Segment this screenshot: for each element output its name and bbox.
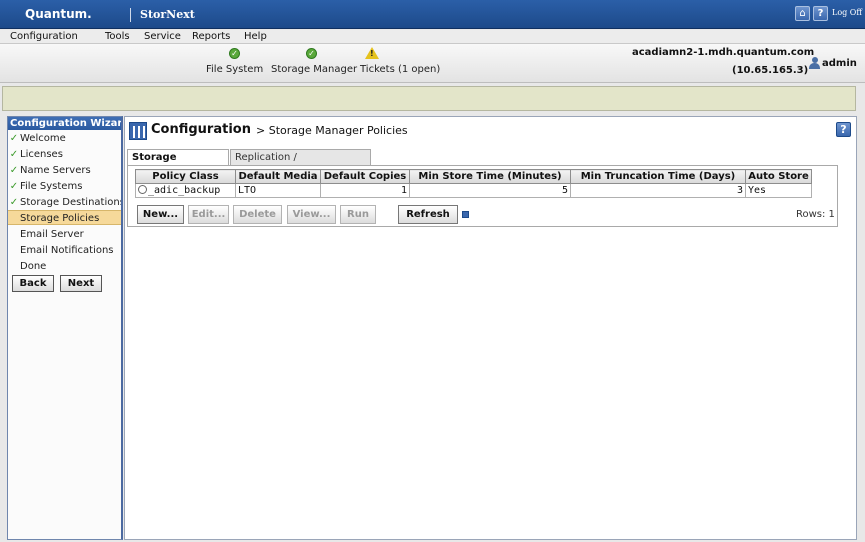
run-button[interactable]: Run — [340, 205, 376, 224]
wizard-item-label: Email Server — [20, 229, 84, 240]
menu-tools[interactable]: Tools — [105, 31, 130, 42]
policy-table: Policy Class Default Media Default Copie… — [135, 169, 812, 198]
slider-bar — [143, 126, 145, 138]
wizard-item-label: File Systems — [20, 181, 83, 192]
checkmark-icon: ✓ — [9, 165, 19, 176]
menu-bar: Configuration Tools Service Reports Help — [0, 30, 865, 44]
warning-mark: ! — [370, 49, 374, 58]
help-icon[interactable]: ? — [813, 6, 828, 21]
tab-replication-deduplication[interactable]: Replication / Deduplication — [230, 149, 371, 178]
status-tickets[interactable]: Tickets (1 open) — [360, 64, 440, 75]
next-button[interactable]: Next — [60, 275, 102, 292]
configuration-icon — [129, 122, 147, 140]
wizard-item-licenses[interactable]: ✓ Licenses — [8, 147, 121, 162]
wizard-item-file-systems[interactable]: ✓ File Systems — [8, 179, 121, 194]
help-icon[interactable] — [462, 211, 469, 218]
help-icon[interactable]: ? — [836, 122, 851, 137]
checkmark-icon: ✓ — [9, 149, 19, 160]
wizard-item-done[interactable]: Done — [8, 259, 121, 274]
table-row[interactable]: _adic_backup LTO 1 5 3 Yes — [135, 183, 812, 198]
wizard-item-label: Storage Policies — [20, 213, 100, 224]
user-icon — [809, 57, 820, 70]
column-header[interactable]: Default Media — [235, 169, 321, 184]
wizard-item-email-notifications[interactable]: Email Notifications — [8, 243, 121, 258]
refresh-button[interactable]: Refresh — [398, 205, 458, 224]
breadcrumb: > Storage Manager Policies — [256, 124, 408, 137]
view-button[interactable]: View... — [287, 205, 336, 224]
ip-address: (10.65.165.3) — [732, 65, 809, 76]
wizard-item-label: Name Servers — [20, 165, 91, 176]
checkmark-icon: ✓ — [9, 133, 19, 144]
row-select-radio[interactable] — [138, 185, 147, 194]
wizard-item-email-server[interactable]: Email Server — [8, 227, 121, 242]
brand-divider — [130, 8, 131, 22]
username[interactable]: admin — [822, 58, 857, 69]
checkmark-icon: ✓ — [9, 197, 19, 208]
delete-button[interactable]: Delete — [233, 205, 282, 224]
status-file-system[interactable]: File System — [206, 64, 263, 75]
logoff-link[interactable]: Log Off — [832, 8, 862, 17]
wizard-item-label: Storage Destinations — [20, 197, 121, 208]
min-truncation-time-cell: 3 — [570, 183, 746, 198]
slider-bar — [133, 126, 135, 138]
policy-class-cell[interactable]: _adic_backup — [135, 183, 236, 198]
auto-store-cell: Yes — [745, 183, 812, 198]
quantum-logo: Quantum. — [25, 7, 92, 21]
hostname: acadiamn2-1.mdh.quantum.com — [632, 47, 815, 58]
wizard-item-storage-policies[interactable]: Storage Policies — [8, 210, 121, 225]
wizard-item-welcome[interactable]: ✓ Welcome — [8, 131, 121, 146]
slider-bar — [138, 126, 140, 138]
menu-reports[interactable]: Reports — [192, 31, 230, 42]
main-panel: Configuration > Storage Manager Policies… — [124, 116, 857, 540]
wizard-item-label: Email Notifications — [20, 245, 114, 256]
wizard-item-label: Licenses — [20, 149, 63, 160]
back-button[interactable]: Back — [12, 275, 54, 292]
check-circle-icon[interactable]: ✓ — [229, 48, 240, 59]
message-band — [2, 86, 856, 111]
table-header-row: Policy Class Default Media Default Copie… — [135, 169, 812, 184]
wizard-title: Configuration Wizard — [8, 117, 121, 130]
stornext-logo: StorNext — [140, 8, 195, 21]
wizard-item-label: Done — [20, 261, 47, 272]
user-icon-body — [809, 63, 820, 69]
page-title: Configuration — [151, 122, 251, 137]
new-button[interactable]: New... — [137, 205, 184, 224]
menu-configuration[interactable]: Configuration — [10, 31, 78, 42]
wizard-item-label: Welcome — [20, 133, 66, 144]
menu-help[interactable]: Help — [244, 31, 267, 42]
column-header[interactable]: Policy Class — [135, 169, 236, 184]
column-header[interactable]: Auto Store — [745, 169, 812, 184]
configuration-wizard: Configuration Wizard ✓ Welcome ✓ Licenses … — [7, 116, 123, 540]
column-header[interactable]: Min Store Time (Minutes) — [409, 169, 571, 184]
tab-storage-manager[interactable]: Storage Manager — [127, 149, 229, 178]
default-copies-cell: 1 — [320, 183, 410, 198]
column-header[interactable]: Default Copies — [320, 169, 410, 184]
status-header: ✓ ✓ ! File System Storage Manager Ticket… — [0, 44, 865, 83]
check-circle-icon[interactable]: ✓ — [306, 48, 317, 59]
default-media-cell: LTO — [235, 183, 321, 198]
title-bar: Quantum. StorNext ⌂ ? Log Off — [0, 0, 865, 29]
edit-button[interactable]: Edit... — [188, 205, 229, 224]
menu-service[interactable]: Service — [144, 31, 181, 42]
policy-class-value: _adic_backup — [148, 185, 221, 196]
home-icon[interactable]: ⌂ — [795, 6, 810, 21]
status-storage-manager[interactable]: Storage Manager — [271, 64, 357, 75]
checkmark-icon: ✓ — [9, 181, 19, 192]
min-store-time-cell: 5 — [409, 183, 571, 198]
row-count: Rows: 1 — [796, 209, 835, 220]
column-header[interactable]: Min Truncation Time (Days) — [570, 169, 746, 184]
wizard-item-name-servers[interactable]: ✓ Name Servers — [8, 163, 121, 178]
wizard-item-storage-destinations[interactable]: ✓ Storage Destinations — [8, 195, 121, 210]
